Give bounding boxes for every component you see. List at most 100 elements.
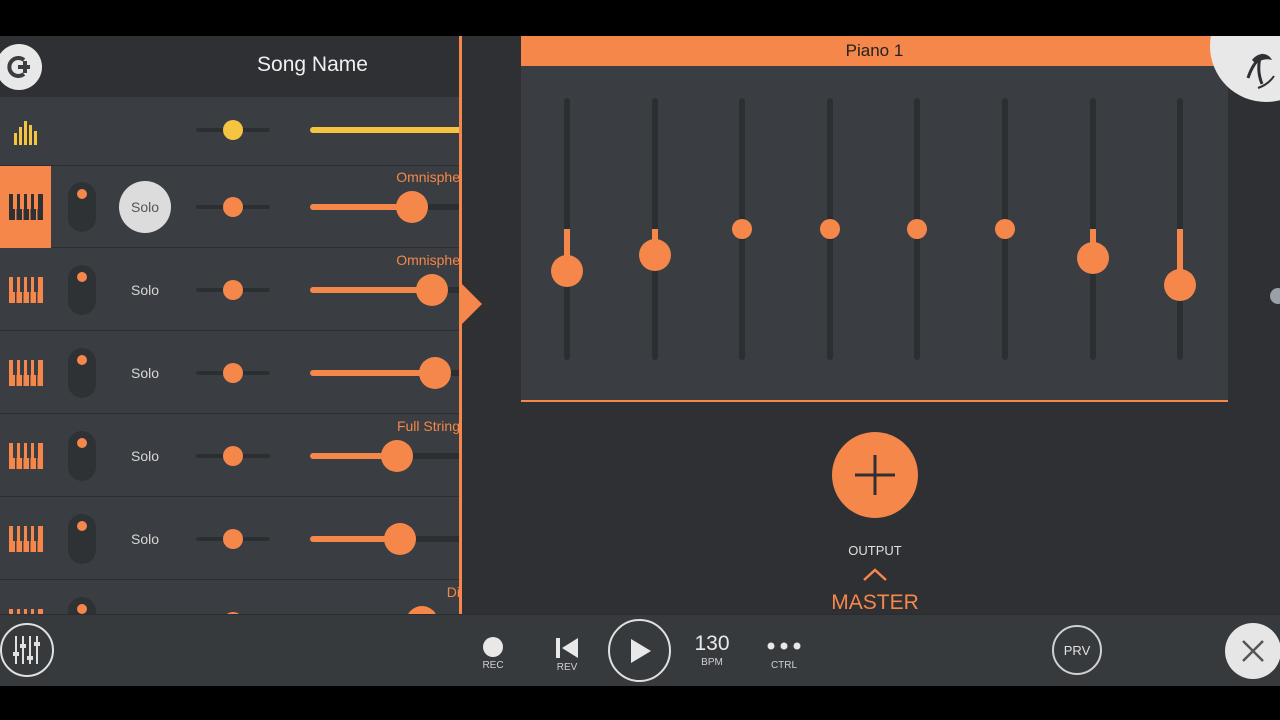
channel-row: Solo [0,332,462,414]
bar-chart-icon[interactable] [0,97,51,166]
channel-row: Di [0,581,462,614]
solo-button[interactable]: Solo [119,347,171,399]
fader-knob[interactable] [995,219,1015,239]
channel-rack: Song Name Solo Omnisphe Solo Omnisphe Solo So… [0,36,462,614]
mute-toggle[interactable] [68,431,96,481]
volume-slider[interactable] [310,204,462,210]
piano-keys-icon[interactable] [0,415,51,497]
mixer-fader[interactable] [812,98,848,360]
volume-fill [310,127,462,133]
close-icon [1242,640,1264,662]
mixer-title: Piano 1 [521,36,1228,66]
rev-label: REV [556,662,578,673]
rev-button[interactable]: REV [549,637,585,673]
plugin-name: Omnisphe [396,252,460,268]
mute-indicator [77,355,87,365]
mute-toggle[interactable] [68,514,96,564]
volume-knob[interactable] [383,523,416,555]
pan-knob[interactable] [223,197,243,217]
bpm-value: 130 [694,632,730,655]
add-output-button[interactable] [832,432,918,518]
fader-knob[interactable] [732,219,753,239]
prv-button[interactable]: PRV [1052,625,1102,675]
volume-fill [310,287,432,293]
mixer-fader[interactable] [899,98,935,360]
mixer-fader[interactable] [724,98,760,360]
chevron-up-icon[interactable] [862,566,888,582]
mute-toggle[interactable] [68,265,96,315]
pan-knob[interactable] [223,446,243,466]
mixer-fader[interactable] [1162,98,1198,360]
volume-fill [310,370,435,376]
output-label: OUTPUT [848,543,902,558]
mixer-sliders-icon [13,636,40,664]
channel-row: Solo Omnisphe [0,249,462,331]
panel-collapse-arrow-icon[interactable] [462,284,482,324]
solo-button[interactable]: Solo [119,513,171,565]
mixer-fader[interactable] [549,98,585,360]
edge-handle[interactable] [1270,288,1280,304]
volume-knob[interactable] [380,440,413,472]
volume-knob[interactable] [418,357,451,389]
pan-knob[interactable] [223,363,243,383]
ctrl-button[interactable]: CTRL [762,641,806,671]
volume-knob[interactable] [395,191,428,223]
volume-slider[interactable] [310,127,462,133]
fl-studio-logo-icon[interactable] [0,44,42,90]
more-dots-icon [767,642,801,650]
channel-row: Solo [0,498,462,580]
fader-knob[interactable] [819,219,840,239]
fader-knob[interactable] [1164,269,1197,302]
piano-keys-icon[interactable] [0,498,51,580]
mute-toggle[interactable] [68,597,96,614]
mute-indicator [77,189,87,199]
mixer-fader[interactable] [987,98,1023,360]
fl-studio-mobile-app: Song Name Solo Omnisphe Solo Omnisphe Solo So… [0,36,1280,686]
piano-keys-icon[interactable] [0,581,51,614]
channel-row: Solo Full String [0,415,462,497]
song-name[interactable]: Song Name [200,53,425,77]
rec-button[interactable]: REC [476,637,510,671]
close-button[interactable] [1225,623,1280,679]
master-channel-row [0,97,462,166]
piano-keys-icon[interactable] [0,249,51,331]
pan-knob[interactable] [223,120,243,140]
bpm-label: BPM [701,657,723,668]
play-button[interactable] [608,619,671,682]
mute-indicator [77,438,87,448]
pan-knob[interactable] [223,529,243,549]
fader-knob[interactable] [638,239,671,272]
ctrl-label: CTRL [770,660,798,671]
piano-keys-icon[interactable] [0,166,51,248]
fl-studio-fruit-icon[interactable] [1208,36,1280,104]
solo-button[interactable]: Solo [119,181,171,233]
piano-keys-icon[interactable] [0,332,51,414]
mute-toggle[interactable] [68,348,96,398]
output-target[interactable]: MASTER [810,591,940,615]
plugin-name: Full String [396,418,460,434]
mixer-button[interactable] [0,623,54,677]
mute-toggle[interactable] [68,182,96,232]
fader-knob[interactable] [1076,241,1109,274]
rec-label: REC [482,660,504,671]
panel-divider[interactable] [459,36,462,614]
volume-knob[interactable] [415,274,448,306]
mixer-fader[interactable] [637,98,673,360]
plus-icon [855,455,895,495]
solo-button[interactable]: Solo [119,430,171,482]
transport-bar: REC REV 130 BPM CTRL PRV [0,614,1280,686]
volume-knob[interactable] [406,606,439,614]
bpm-control[interactable]: 130 BPM [688,631,736,668]
song-header: Song Name [0,36,462,97]
channel-row: Solo Omnisphe [0,166,462,248]
plugin-name: Di [446,584,460,600]
plugin-name: Omnisphe [396,169,460,185]
pan-knob[interactable] [223,280,243,300]
mute-indicator [77,272,87,282]
mixer-panel: Piano 1 [521,36,1228,402]
solo-button[interactable]: Solo [119,264,171,316]
mixer-fader[interactable] [1075,98,1111,360]
record-icon [483,637,503,657]
fader-knob[interactable] [551,254,583,287]
fader-knob[interactable] [907,219,928,239]
